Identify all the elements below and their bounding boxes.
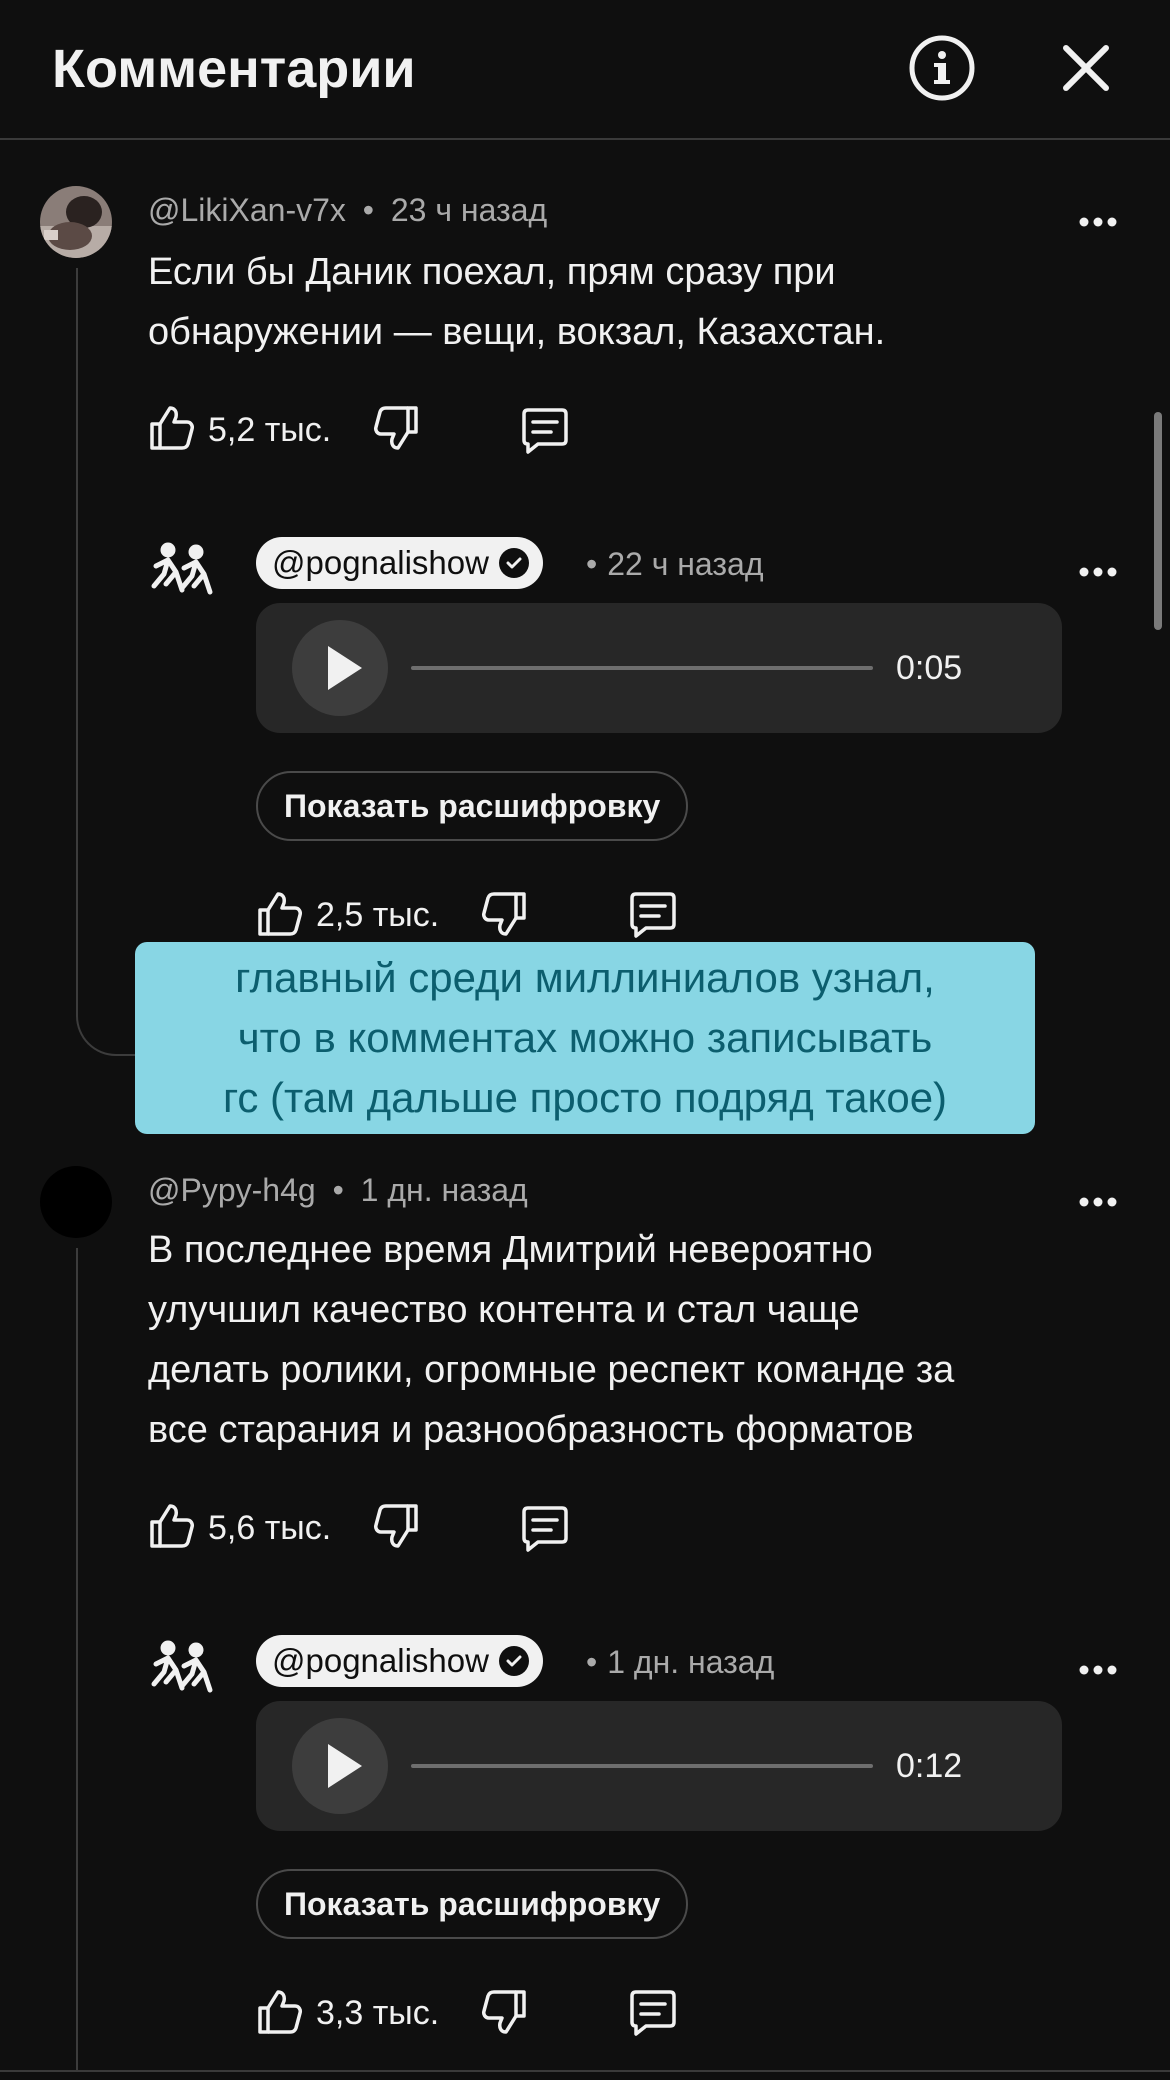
dot-separator: •	[586, 546, 598, 582]
thread-line	[76, 268, 78, 1016]
more-options-button[interactable]	[1078, 212, 1118, 232]
more-options-icon	[1079, 1197, 1117, 1207]
audio-progress-track[interactable]	[411, 666, 873, 670]
overlay-caption-line: гс (там дальше просто подряд такое)	[222, 1074, 948, 1121]
reply-button[interactable]	[518, 1504, 572, 1559]
play-icon	[328, 1744, 362, 1788]
like-button[interactable]	[146, 1500, 196, 1555]
comment-author[interactable]: @LikiXan-v7x	[148, 192, 346, 228]
reply-avatar[interactable]	[146, 1638, 218, 1706]
thumbs-up-icon	[150, 1504, 194, 1548]
like-button[interactable]	[146, 402, 196, 457]
voice-message-player: 0:05	[256, 603, 1062, 733]
reply-avatar[interactable]	[146, 540, 218, 608]
overlay-caption-line: что в комментах можно записывать	[237, 1014, 933, 1061]
page-title: Комментарии	[52, 39, 416, 99]
reply-button[interactable]	[626, 890, 680, 945]
bottom-divider	[0, 2070, 1170, 2072]
like-button[interactable]	[254, 1986, 304, 2041]
close-button[interactable]	[1054, 36, 1118, 100]
comment-text-line: В последнее время Дмитрий невероятно	[148, 1229, 873, 1271]
show-transcript-button[interactable]: Показать расшифровку	[256, 771, 689, 841]
like-count: 5,2 тыс.	[208, 411, 332, 449]
like-count: 2,5 тыс.	[316, 896, 440, 934]
info-icon	[909, 35, 975, 101]
channel-handle-pill[interactable]: @pognalishow	[256, 537, 543, 589]
overlay-caption-line: главный среди миллиниалов узнал,	[235, 954, 935, 1001]
thumbs-down-icon	[482, 892, 526, 936]
audio-duration: 0:12	[896, 1747, 963, 1785]
avatar-image	[40, 186, 112, 258]
more-options-button[interactable]	[1078, 562, 1118, 582]
comment-meta: @LikiXan-v7x • 23 ч назад	[148, 190, 547, 230]
voice-message-player: 0:12	[256, 1701, 1062, 1831]
reply-comment-icon	[522, 1506, 568, 1552]
comment-author[interactable]: @Pypy-h4g	[148, 1172, 316, 1208]
comment-meta: @Pypy-h4g • 1 дн. назад	[148, 1170, 528, 1210]
more-options-button[interactable]	[1078, 1660, 1118, 1680]
dislike-button[interactable]	[372, 404, 422, 459]
play-button[interactable]	[292, 620, 388, 716]
thumbs-down-icon	[482, 1990, 526, 2034]
reply-button[interactable]	[518, 406, 572, 461]
verified-check-icon	[498, 1646, 529, 1676]
more-options-button[interactable]	[1078, 1192, 1118, 1212]
reply-time: 22 ч назад	[607, 546, 764, 582]
audio-duration: 0:05	[896, 649, 963, 687]
audio-progress-track[interactable]	[411, 1764, 873, 1768]
comment-time: 23 ч назад	[390, 192, 548, 228]
reply-author: @pognalishow	[272, 1642, 489, 1679]
thumbs-up-icon	[150, 406, 194, 450]
comment-text-line: обнаружении — вещи, вокзал, Казахстан.	[148, 311, 886, 353]
reply-meta: • 1 дн. назад	[586, 1642, 774, 1682]
dot-separator: •	[332, 1172, 344, 1208]
comment-time: 1 дн. назад	[360, 1172, 528, 1208]
dislike-button[interactable]	[372, 1502, 422, 1557]
avatar[interactable]	[40, 1166, 112, 1238]
play-button[interactable]	[292, 1718, 388, 1814]
comments-header: Комментарии	[0, 0, 1170, 140]
scrollbar[interactable]	[1154, 412, 1162, 630]
comment-text: В последнее время Дмитрий невероятно улу…	[148, 1220, 1128, 1460]
reply-comment-icon	[522, 408, 568, 454]
reply-button[interactable]	[626, 1988, 680, 2043]
reply-meta: • 22 ч назад	[586, 544, 764, 584]
like-button[interactable]	[254, 888, 304, 943]
thumbs-up-icon	[258, 892, 302, 936]
thumbs-down-icon	[374, 406, 418, 450]
comment-text-line: улучшил качество контента и стал чаще	[148, 1289, 860, 1331]
thread-curve	[76, 996, 136, 1056]
thread-line	[76, 1248, 78, 2070]
dot-separator: •	[586, 1644, 598, 1680]
info-button[interactable]	[908, 34, 976, 102]
overlay-caption: главный среди миллиниалов узнал, что в к…	[135, 942, 1035, 1134]
show-transcript-button[interactable]: Показать расшифровку	[256, 1869, 689, 1939]
dislike-button[interactable]	[480, 1988, 530, 2043]
reply-comment-icon	[630, 892, 676, 938]
comment-text-line: Если бы Даник поехал, прям сразу при	[148, 251, 836, 293]
like-count: 5,6 тыс.	[208, 1509, 332, 1547]
more-options-icon	[1079, 567, 1117, 577]
dislike-button[interactable]	[480, 890, 530, 945]
running-people-logo-icon	[151, 542, 213, 595]
comment-text: Если бы Даник поехал, прям сразу при обн…	[148, 242, 1108, 362]
verified-check-icon	[498, 548, 529, 578]
thumbs-down-icon	[374, 1504, 418, 1548]
thumbs-up-icon	[258, 1990, 302, 2034]
comment-text-line: делать ролики, огромные респект команде …	[148, 1349, 955, 1391]
play-icon	[328, 646, 362, 690]
avatar[interactable]	[40, 186, 112, 258]
more-options-icon	[1079, 1665, 1117, 1675]
close-icon	[1063, 45, 1109, 91]
more-options-icon	[1079, 217, 1117, 227]
running-people-logo-icon	[151, 1640, 213, 1693]
dot-separator: •	[362, 192, 374, 228]
like-count: 3,3 тыс.	[316, 1994, 440, 2032]
comment-text-line: все старания и разнообразность форматов	[148, 1409, 914, 1451]
reply-comment-icon	[630, 1990, 676, 2036]
channel-handle-pill[interactable]: @pognalishow	[256, 1635, 543, 1687]
reply-author: @pognalishow	[272, 544, 489, 581]
reply-time: 1 дн. назад	[607, 1644, 775, 1680]
